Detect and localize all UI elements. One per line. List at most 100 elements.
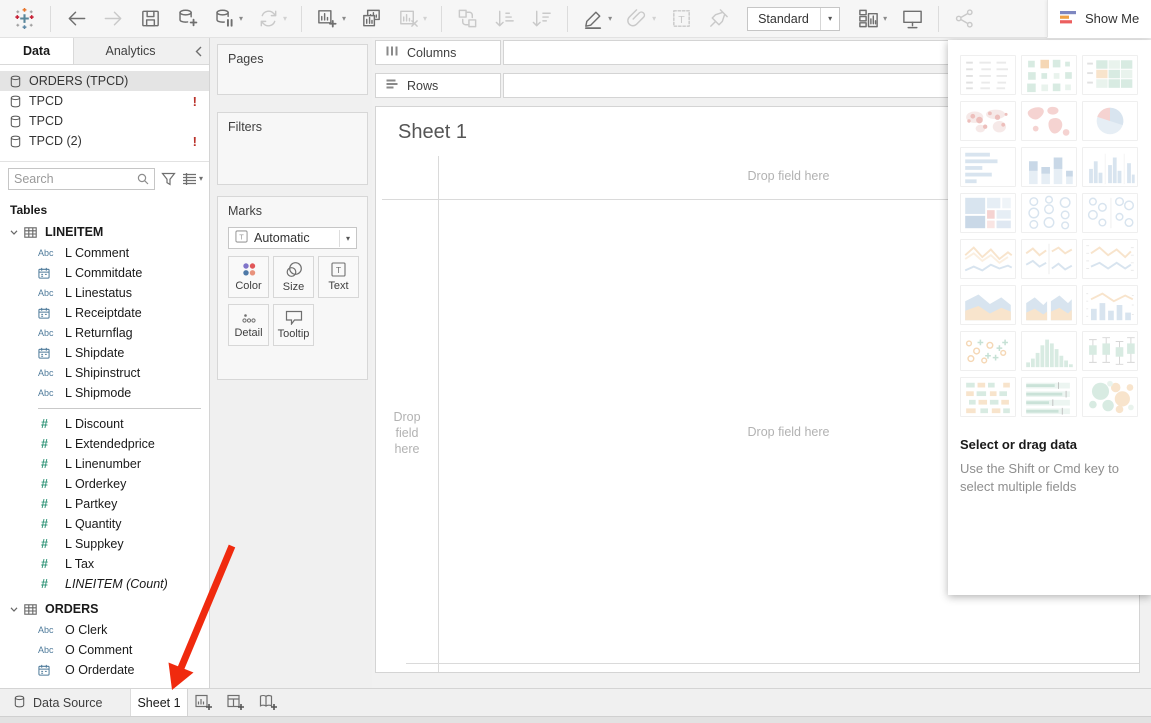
- database-icon: [10, 115, 21, 128]
- field-item[interactable]: #L Quantity: [0, 514, 209, 534]
- chevron-down-icon[interactable]: [10, 230, 18, 235]
- new-dashboard-button[interactable]: [220, 689, 252, 716]
- field-item[interactable]: AbcO Comment: [0, 640, 209, 660]
- pause-updates-icon[interactable]: ▾: [208, 4, 248, 34]
- marks-tooltip-button[interactable]: Tooltip: [273, 304, 314, 346]
- number-field-icon: #: [38, 457, 58, 471]
- show-me-panel: Select or drag data Use the Shift or Cmd…: [948, 40, 1151, 595]
- forward-arrow: [97, 4, 130, 34]
- drop-zone-rows[interactable]: Drop field here: [376, 409, 438, 457]
- datasource-item[interactable]: TPCD: [0, 111, 209, 131]
- back-arrow[interactable]: [60, 4, 93, 34]
- new-worksheet-icon[interactable]: ▾: [311, 4, 351, 34]
- table-group-lineitem[interactable]: LINEITEM: [0, 221, 209, 243]
- drop-hint-line: here: [376, 441, 438, 457]
- field-item[interactable]: L Receiptdate: [0, 303, 209, 323]
- field-item[interactable]: #L Partkey: [0, 494, 209, 514]
- field-item[interactable]: #L Discount: [0, 414, 209, 434]
- chevron-down-icon: ▾: [883, 15, 887, 23]
- field-item[interactable]: L Commitdate: [0, 263, 209, 283]
- highlight-icon[interactable]: ▾: [577, 4, 617, 34]
- chevron-down-icon: ▾: [239, 15, 243, 23]
- pages-shelf[interactable]: Pages: [217, 44, 368, 95]
- datasource-name: ORDERS (TPCD): [29, 74, 201, 88]
- datasource-name: TPCD: [29, 114, 201, 128]
- showme-stacked-bars: [1021, 147, 1077, 187]
- sort-ascending-icon: [488, 4, 521, 34]
- field-item[interactable]: L Shipdate: [0, 343, 209, 363]
- duplicate-sheet-icon[interactable]: [355, 4, 388, 34]
- datasource-item[interactable]: TPCD!: [0, 91, 209, 111]
- show-hide-cards-icon[interactable]: ▾: [852, 4, 892, 34]
- chevron-down-icon: ▾: [339, 230, 350, 247]
- save-icon[interactable]: [134, 4, 167, 34]
- field-item[interactable]: AbcL Shipmode: [0, 383, 209, 403]
- toolbar-separator: [301, 6, 302, 32]
- add-data-icon[interactable]: [171, 4, 204, 34]
- field-name: L Orderkey: [65, 477, 126, 491]
- field-item[interactable]: O Orderdate: [0, 660, 209, 680]
- columns-shelf-label: Columns: [375, 40, 501, 65]
- table-group-orders[interactable]: ORDERS: [0, 598, 209, 620]
- marks-text-button[interactable]: TText: [318, 256, 359, 298]
- search-input[interactable]: [14, 172, 137, 186]
- view-options-icon[interactable]: ▾: [182, 173, 203, 185]
- field-item[interactable]: AbcL Comment: [0, 243, 209, 263]
- toolbar-separator: [567, 6, 568, 32]
- field-item[interactable]: #L Suppkey: [0, 534, 209, 554]
- tab-analytics[interactable]: Analytics: [74, 38, 187, 64]
- tab-data[interactable]: Data: [0, 38, 74, 64]
- marks-button-label: Color: [235, 280, 261, 292]
- show-me-footer-title: Select or drag data: [960, 437, 1135, 452]
- tableau-logo[interactable]: [8, 4, 41, 34]
- showme-area-continuous: [960, 285, 1016, 325]
- field-item[interactable]: AbcL Returnflag: [0, 323, 209, 343]
- collapse-pane-icon[interactable]: [187, 38, 209, 64]
- field-item[interactable]: #LINEITEM (Count): [0, 574, 209, 594]
- svg-text:T: T: [336, 265, 341, 275]
- number-field-icon: #: [38, 517, 58, 531]
- field-item[interactable]: #L Tax: [0, 554, 209, 574]
- marks-detail-button[interactable]: Detail: [228, 304, 269, 346]
- toolbar-separator: [441, 6, 442, 32]
- presentation-mode-icon[interactable]: [896, 4, 929, 34]
- showme-lines-continuous: [960, 239, 1016, 279]
- bottom-axis-line: [406, 663, 1139, 664]
- filter-fields-icon[interactable]: [161, 172, 176, 186]
- show-me-footer-text: Use the Shift or Cmd key to select multi…: [960, 460, 1135, 496]
- field-name: L Returnflag: [65, 326, 133, 340]
- field-item[interactable]: AbcO Clerk: [0, 620, 209, 640]
- field-item[interactable]: AbcL Linestatus: [0, 283, 209, 303]
- showme-packed-bubbles: [1082, 377, 1138, 417]
- svg-text:T: T: [678, 14, 685, 26]
- marks-color-button[interactable]: Color: [228, 256, 269, 298]
- number-field-icon: #: [38, 437, 58, 451]
- field-item[interactable]: #L Orderkey: [0, 474, 209, 494]
- marks-size-button[interactable]: Size: [273, 256, 314, 298]
- text-field-icon: Abc: [38, 645, 58, 655]
- show-me-footer: Select or drag data Use the Shift or Cmd…: [960, 437, 1151, 496]
- new-worksheet-button[interactable]: [188, 689, 220, 716]
- tab-data-source[interactable]: Data Source: [0, 689, 131, 716]
- tables-heading: Tables: [10, 203, 199, 217]
- field-name: L Shipdate: [65, 346, 124, 360]
- chevron-down-icon: ▾: [283, 15, 287, 23]
- chevron-down-icon: ▾: [652, 15, 656, 23]
- datasource-item[interactable]: TPCD (2)!: [0, 131, 209, 151]
- show-me-button[interactable]: Show Me: [1047, 0, 1151, 38]
- cards-column: Pages Filters Marks T Automatic ▾ ColorS…: [210, 38, 372, 688]
- filters-shelf[interactable]: Filters: [217, 112, 368, 185]
- datasource-item[interactable]: ORDERS (TPCD): [0, 71, 209, 91]
- number-field-icon: #: [38, 577, 58, 591]
- field-item[interactable]: #L Extendedprice: [0, 434, 209, 454]
- new-story-button[interactable]: [252, 689, 284, 716]
- fit-selector[interactable]: Standard▾: [747, 7, 840, 31]
- showme-horizontal-bars: [960, 147, 1016, 187]
- size-icon: [285, 262, 303, 278]
- tab-sheet-1[interactable]: Sheet 1: [131, 689, 188, 716]
- mark-type-dropdown[interactable]: T Automatic ▾: [228, 227, 357, 249]
- field-name: L Suppkey: [65, 537, 124, 551]
- chevron-down-icon[interactable]: [10, 607, 18, 612]
- field-item[interactable]: AbcL Shipinstruct: [0, 363, 209, 383]
- field-item[interactable]: #L Linenumber: [0, 454, 209, 474]
